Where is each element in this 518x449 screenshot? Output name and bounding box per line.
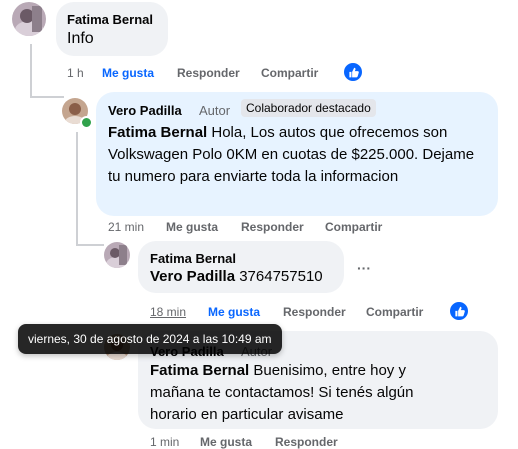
like-reaction-icon[interactable] — [448, 300, 470, 322]
status-badge: Colaborador destacado — [241, 99, 376, 117]
thread-line — [30, 44, 32, 98]
comment-time[interactable]: 21 min — [108, 220, 144, 234]
comment-text: Info — [67, 30, 94, 47]
like-button[interactable]: Me gusta — [166, 220, 218, 234]
more-options-button[interactable]: ··· — [357, 260, 371, 276]
comment-author[interactable]: Fatima Bernal — [150, 251, 236, 266]
share-button[interactable]: Compartir — [261, 66, 318, 80]
mention-link[interactable]: Fatima Bernal — [150, 362, 249, 379]
thread-line — [76, 244, 104, 246]
online-status-icon — [80, 116, 93, 129]
mention-link[interactable]: Vero Padilla — [150, 268, 235, 285]
like-reaction-icon[interactable] — [342, 61, 364, 83]
comment-time[interactable]: 18 min — [150, 305, 186, 319]
thread-line — [76, 132, 78, 246]
author-role: Autor — [199, 103, 231, 118]
mention-link[interactable]: Fatima Bernal — [108, 124, 207, 141]
reply-button[interactable]: Responder — [283, 305, 346, 319]
comment-time[interactable]: 1 min — [150, 435, 179, 449]
comment-text: Vero Padilla 3764757510 — [150, 268, 323, 285]
comment-author[interactable]: Fatima Bernal — [67, 12, 153, 27]
avatar[interactable] — [104, 242, 130, 268]
share-button[interactable]: Compartir — [366, 305, 423, 319]
reply-button[interactable]: Responder — [275, 435, 338, 449]
like-button[interactable]: Me gusta — [200, 435, 252, 449]
comment-text: Fatima Bernal Buenisimo, entre hoy y mañ… — [150, 362, 414, 423]
comment-author[interactable]: Vero Padilla — [108, 103, 182, 118]
reply-button[interactable]: Responder — [177, 66, 240, 80]
reply-button[interactable]: Responder — [241, 220, 304, 234]
share-button[interactable]: Compartir — [325, 220, 382, 234]
timestamp-tooltip: viernes, 30 de agosto de 2024 a las 10:4… — [18, 324, 282, 354]
like-button[interactable]: Me gusta — [102, 66, 154, 80]
avatar[interactable] — [12, 2, 46, 36]
comment-time[interactable]: 1 h — [67, 66, 84, 80]
like-button[interactable]: Me gusta — [208, 305, 260, 319]
thread-line — [30, 96, 64, 98]
comment-text: Fatima Bernal Hola, Los autos que ofrece… — [108, 124, 475, 185]
